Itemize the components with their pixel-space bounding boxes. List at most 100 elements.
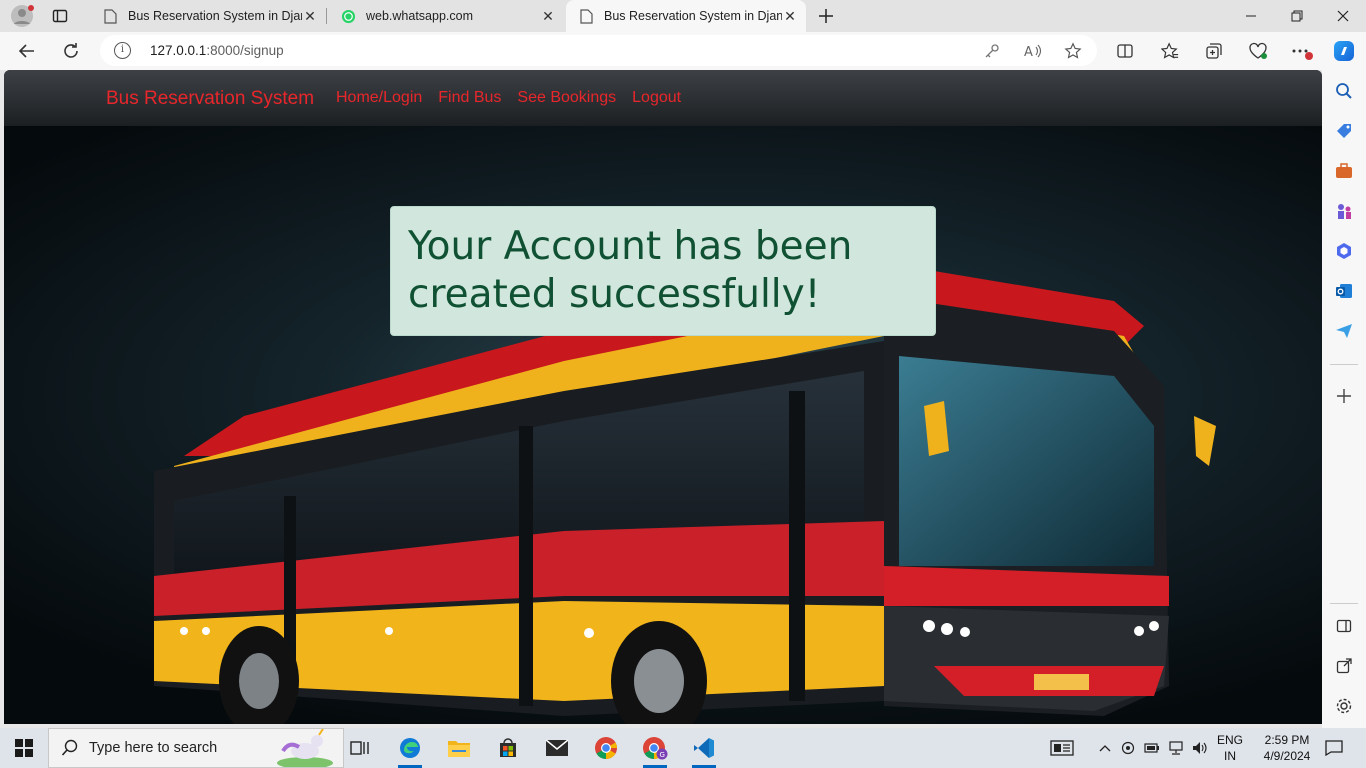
plus-icon [819, 9, 833, 23]
nav-logout-link[interactable]: Logout [632, 89, 681, 107]
tab-strip: Bus Reservation System in Djang ✕ web.wh… [0, 0, 1366, 32]
address-bar[interactable]: i 127.0.0.1:8000/signup A [100, 35, 1097, 66]
battery-icon[interactable] [1143, 728, 1161, 768]
whatsapp-icon [340, 8, 356, 24]
tab-title: web.whatsapp.com [366, 9, 474, 23]
start-button[interactable] [0, 728, 48, 768]
url-path: :8000/signup [206, 43, 284, 58]
taskbar-file-explorer-button[interactable] [439, 728, 479, 768]
chevron-up-icon [1099, 745, 1111, 752]
close-tab-icon[interactable]: ✕ [782, 8, 798, 24]
chrome-icon [595, 737, 617, 759]
m365-icon[interactable] [1333, 240, 1355, 262]
svg-text:A: A [1024, 45, 1033, 59]
taskbar-store-button[interactable] [488, 728, 528, 768]
restore-icon [1291, 10, 1303, 22]
hide-sidebar-icon[interactable] [1333, 615, 1355, 637]
search-icon[interactable] [1333, 80, 1355, 102]
close-tab-icon[interactable]: ✕ [302, 8, 318, 24]
profile-avatar[interactable] [8, 4, 36, 28]
outlook-icon[interactable] [1333, 280, 1355, 302]
search-icon [61, 739, 78, 756]
favorites-button[interactable] [1155, 36, 1185, 66]
chrome-profile-icon: G [643, 737, 668, 760]
edge-sidebar [1322, 70, 1366, 728]
notifications-button[interactable] [1318, 728, 1350, 768]
read-aloud-icon[interactable]: A [1022, 40, 1044, 62]
briefcase-icon[interactable] [1333, 160, 1355, 182]
meet-now-icon[interactable] [1119, 728, 1137, 768]
favorite-star-icon[interactable] [1062, 40, 1084, 62]
nav-see-bookings-link[interactable]: See Bookings [517, 89, 616, 107]
svg-text:G: G [660, 751, 665, 759]
notification-icon [1325, 740, 1343, 756]
chess-icon[interactable] [1333, 200, 1355, 222]
input-language-indicator[interactable]: ENG IN [1213, 728, 1247, 768]
site-brand-link[interactable]: Bus Reservation System [106, 88, 314, 110]
taskbar-vscode-button[interactable] [684, 728, 724, 768]
split-screen-icon [1117, 44, 1133, 58]
network-icon[interactable] [1167, 728, 1185, 768]
split-screen-button[interactable] [1110, 36, 1140, 66]
close-icon [1337, 10, 1349, 22]
site-info-icon[interactable]: i [114, 42, 131, 59]
more-icon [1292, 49, 1313, 60]
tab-divider [326, 8, 327, 24]
show-hidden-icons-button[interactable] [1096, 728, 1114, 768]
password-key-icon[interactable] [981, 40, 1003, 62]
url-text[interactable]: 127.0.0.1:8000/signup [150, 43, 284, 58]
sidebar-divider [1330, 364, 1358, 365]
collections-button[interactable] [1199, 36, 1229, 66]
windows-logo-icon [15, 739, 33, 757]
send-icon[interactable] [1333, 320, 1355, 342]
site-navbar: Bus Reservation System Home/Login Find B… [4, 70, 1322, 126]
page-viewport: Bus Reservation System Home/Login Find B… [4, 70, 1322, 724]
store-icon [500, 738, 516, 757]
close-tab-icon[interactable]: ✕ [540, 8, 556, 24]
nav-home-login-link[interactable]: Home/Login [336, 89, 422, 107]
profile-icon [11, 5, 34, 27]
collections-icon [1206, 43, 1222, 59]
settings-more-button[interactable] [1287, 36, 1317, 66]
browser-toolbar: i 127.0.0.1:8000/signup A [0, 32, 1366, 70]
back-button[interactable] [12, 36, 42, 66]
task-view-icon [350, 741, 369, 755]
clock[interactable]: 2:59 PM 4/9/2024 [1252, 728, 1322, 768]
file-explorer-icon [448, 741, 470, 757]
task-view-button[interactable] [340, 728, 380, 768]
taskbar-edge-button[interactable] [390, 728, 430, 768]
copilot-button[interactable] [1329, 36, 1359, 66]
sidebar-divider [1330, 603, 1358, 604]
tab-actions-button[interactable] [46, 4, 74, 28]
taskbar-chrome-button[interactable] [586, 728, 626, 768]
taskbar-chrome-profile-button[interactable]: G [635, 728, 675, 768]
add-icon[interactable] [1333, 385, 1355, 407]
tab-whatsapp[interactable]: web.whatsapp.com ✕ [328, 0, 564, 32]
minimize-button[interactable] [1228, 0, 1274, 32]
close-window-button[interactable] [1320, 0, 1366, 32]
new-tab-button[interactable] [812, 4, 840, 28]
news-icon [1050, 740, 1074, 756]
nav-find-bus-link[interactable]: Find Bus [438, 89, 501, 107]
success-alert: Your Account has been created successful… [390, 206, 936, 336]
windows-taskbar: Type here to search G ENG IN 2:59 PM 4/9/2… [0, 728, 1366, 768]
vscode-icon [694, 738, 714, 758]
gear-icon[interactable] [1333, 695, 1355, 717]
taskbar-mail-button[interactable] [537, 728, 577, 768]
taskbar-search-box[interactable]: Type here to search [48, 728, 344, 768]
nav-links: Home/Login Find Bus See Bookings Logout [336, 89, 681, 107]
region-text: IN [1223, 749, 1236, 763]
restore-button[interactable] [1274, 0, 1320, 32]
page-icon [102, 8, 118, 24]
tag-icon[interactable] [1333, 120, 1355, 142]
tab-title: Bus Reservation System in Djang [128, 9, 302, 23]
tab-bus-reservation-1[interactable]: Bus Reservation System in Djang ✕ [90, 0, 326, 32]
browser-essentials-button[interactable] [1243, 36, 1273, 66]
refresh-button[interactable] [56, 36, 86, 66]
news-widget-button[interactable] [1045, 728, 1079, 768]
back-arrow-icon [18, 44, 34, 58]
minimize-icon [1246, 15, 1256, 17]
tab-bus-reservation-active[interactable]: Bus Reservation System in Djang ✕ [566, 0, 806, 32]
volume-icon[interactable] [1191, 728, 1209, 768]
external-link-icon[interactable] [1333, 655, 1355, 677]
